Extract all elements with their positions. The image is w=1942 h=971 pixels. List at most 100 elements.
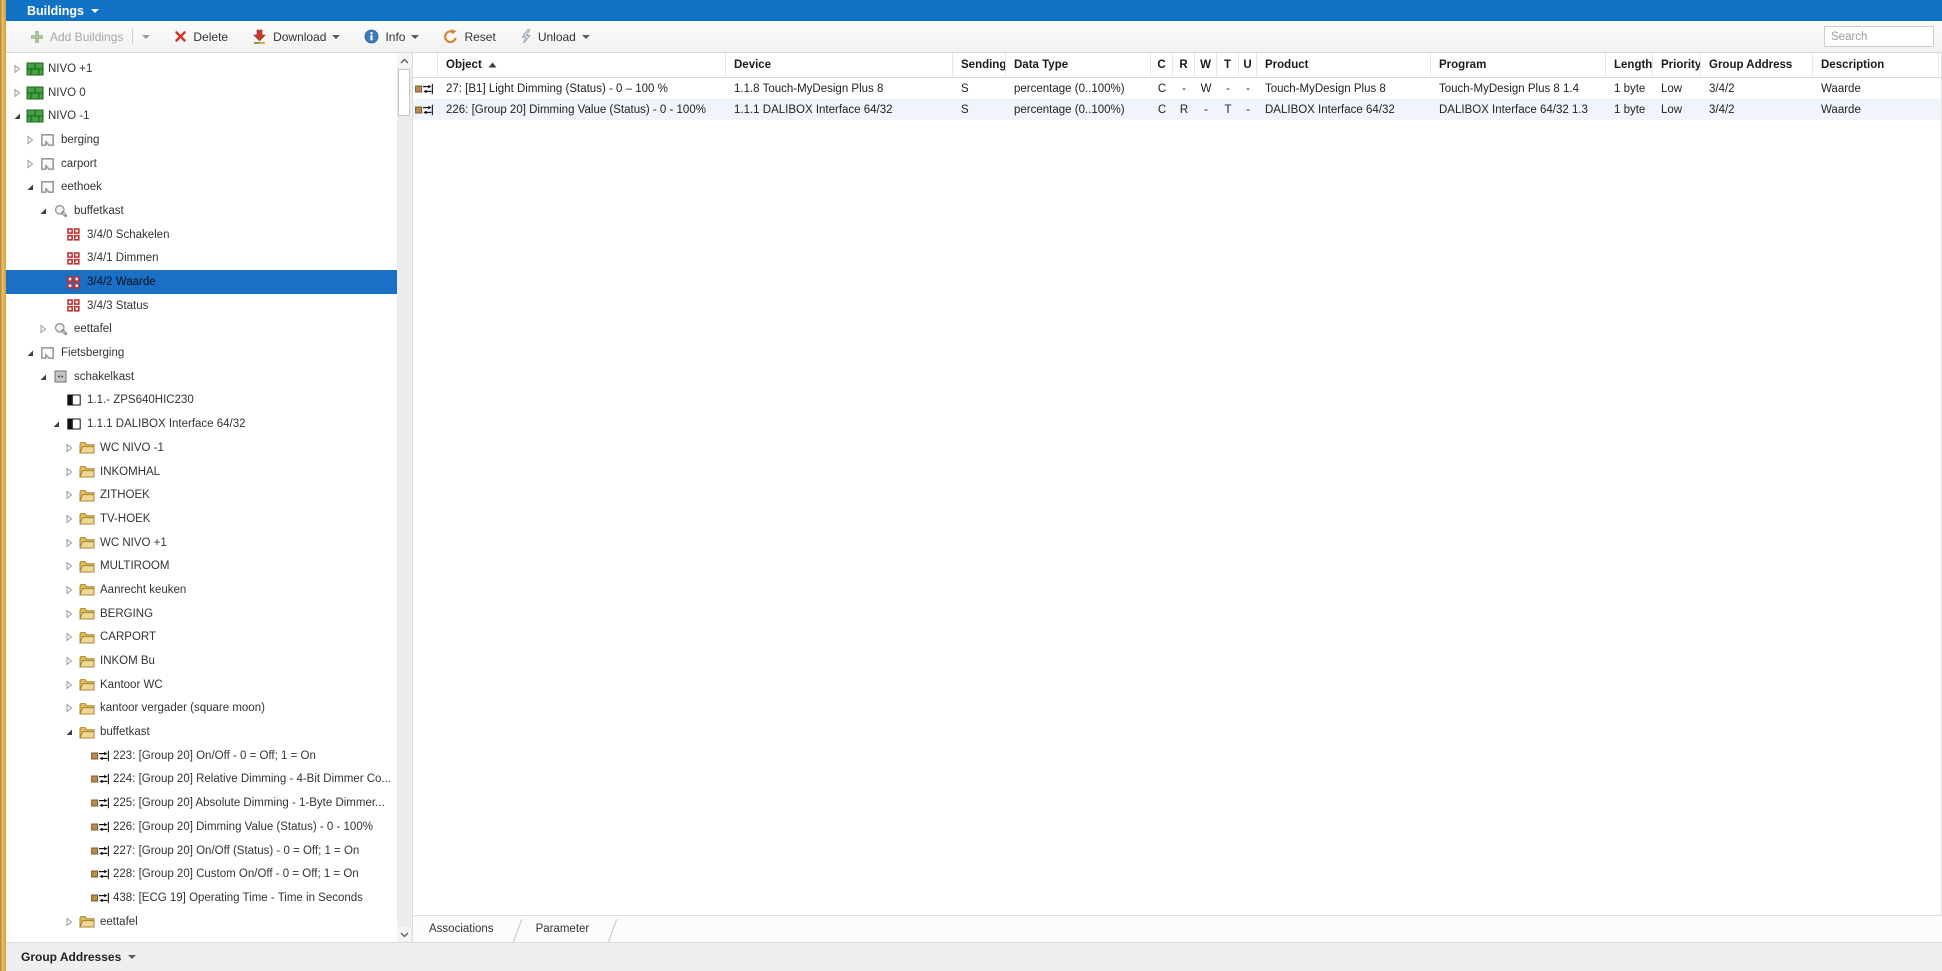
download-button[interactable]: Download	[252, 29, 341, 45]
tree-item[interactable]: kantoor vergader (square moon)	[6, 697, 397, 721]
info-button[interactable]: Info	[364, 29, 420, 44]
column-header-icon[interactable]	[413, 53, 438, 77]
expander-icon[interactable]	[23, 182, 37, 192]
expander-icon[interactable]	[23, 135, 37, 145]
tree-item[interactable]: 438: [ECG 19] Operating Time - Time in S…	[6, 886, 397, 910]
dropdown-caret-icon[interactable]	[142, 34, 151, 39]
tree-item[interactable]: NIVO +1	[6, 57, 397, 81]
tree-item[interactable]: BERGING	[6, 602, 397, 626]
tree-item[interactable]: NIVO 0	[6, 81, 397, 105]
column-header-priority[interactable]: Priority	[1653, 53, 1701, 77]
expander-icon[interactable]	[62, 632, 76, 642]
column-header-u[interactable]: U	[1239, 53, 1257, 77]
dropdown-caret-icon[interactable]	[332, 34, 341, 39]
tree-item[interactable]: buffetkast	[6, 720, 397, 744]
column-header-device[interactable]: Device	[726, 53, 953, 77]
expander-icon[interactable]	[62, 917, 76, 927]
tab-parameter[interactable]: Parameter	[520, 916, 616, 942]
scroll-down-icon[interactable]	[397, 927, 411, 942]
tree-item[interactable]: eettafel	[6, 910, 397, 934]
tree-item[interactable]: 3/4/1 Dimmen	[6, 247, 397, 271]
tree-item[interactable]: MULTIROOM	[6, 554, 397, 578]
reset-button[interactable]: Reset	[443, 29, 496, 44]
tree-item[interactable]: eethoek	[6, 175, 397, 199]
expander-icon[interactable]	[23, 159, 37, 169]
column-header-program[interactable]: Program	[1431, 53, 1606, 77]
expander-icon[interactable]	[62, 609, 76, 619]
delete-button[interactable]: Delete	[174, 30, 228, 44]
expander-icon[interactable]	[62, 490, 76, 500]
dropdown-caret-icon[interactable]	[581, 34, 590, 39]
expander-icon[interactable]	[23, 348, 37, 358]
expander-icon[interactable]	[62, 514, 76, 524]
tree-item[interactable]: 3/4/2 Waarde	[6, 270, 397, 294]
tree-item[interactable]: 226: [Group 20] Dimming Value (Status) -…	[6, 815, 397, 839]
column-header-t[interactable]: T	[1217, 53, 1239, 77]
expander-icon[interactable]	[62, 656, 76, 666]
tree-item[interactable]: berging	[6, 128, 397, 152]
tree-item[interactable]: 223: [Group 20] On/Off - 0 = Off; 1 = On	[6, 744, 397, 768]
column-header-c[interactable]: C	[1151, 53, 1173, 77]
expander-icon[interactable]	[36, 372, 50, 382]
expander-icon[interactable]	[62, 727, 76, 737]
column-header-data-type[interactable]: Data Type	[1006, 53, 1151, 77]
tab-associations[interactable]: Associations	[413, 916, 520, 942]
tree-item[interactable]: 3/4/0 Schakelen	[6, 223, 397, 247]
tree-item[interactable]: schakelkast	[6, 365, 397, 389]
expander-icon[interactable]	[10, 64, 24, 74]
column-header-description[interactable]: Description	[1813, 53, 1939, 77]
column-header-w[interactable]: W	[1195, 53, 1217, 77]
column-header-object[interactable]: Object	[438, 53, 726, 77]
tree-item[interactable]: carport	[6, 152, 397, 176]
tree-item[interactable]: TV-HOEK	[6, 507, 397, 531]
tree-item[interactable]: 228: [Group 20] Custom On/Off - 0 = Off;…	[6, 862, 397, 886]
column-header-product[interactable]: Product	[1257, 53, 1431, 77]
expander-icon[interactable]	[10, 88, 24, 98]
tree-item[interactable]: 225: [Group 20] Absolute Dimming - 1-Byt…	[6, 791, 397, 815]
table-row[interactable]: 226: [Group 20] Dimming Value (Status) -…	[413, 99, 1941, 120]
expander-icon[interactable]	[36, 324, 50, 334]
tree-item[interactable]: 3/4/3 Status	[6, 294, 397, 318]
expander-icon[interactable]	[62, 443, 76, 453]
expander-icon[interactable]	[62, 680, 76, 690]
expander-icon[interactable]	[62, 703, 76, 713]
expander-icon[interactable]	[62, 561, 76, 571]
tree-item[interactable]: 227: [Group 20] On/Off (Status) - 0 = Of…	[6, 839, 397, 863]
tree-item[interactable]: buffetkast	[6, 199, 397, 223]
tree-item[interactable]: 224: [Group 20] Relative Dimming - 4-Bit…	[6, 768, 397, 792]
expander-icon[interactable]	[62, 467, 76, 477]
tree-item[interactable]: INKOMHAL	[6, 460, 397, 484]
panel-title[interactable]: Buildings	[27, 4, 84, 18]
add-buildings-button[interactable]: Add Buildings	[30, 29, 151, 44]
dropdown-caret-icon[interactable]	[411, 34, 420, 39]
scrollbar-thumb[interactable]	[398, 69, 410, 116]
column-header-group-address[interactable]: Group Address	[1701, 53, 1813, 77]
scroll-up-icon[interactable]	[397, 53, 411, 68]
tree-item[interactable]: 1.1.- ZPS640HIC230	[6, 389, 397, 413]
expander-icon[interactable]	[62, 538, 76, 548]
unload-button[interactable]: Unload	[520, 29, 590, 44]
table-row[interactable]: 27: [B1] Light Dimming (Status) - 0 – 10…	[413, 78, 1941, 99]
chevron-down-icon[interactable]	[90, 8, 99, 13]
column-header-length[interactable]: Length	[1606, 53, 1653, 77]
column-header-sending[interactable]: Sending	[953, 53, 1006, 77]
tree-item[interactable]: eettafel	[6, 318, 397, 342]
tree-item[interactable]: 1.1.1 DALIBOX Interface 64/32	[6, 412, 397, 436]
expander-icon[interactable]	[62, 585, 76, 595]
tree-item[interactable]: Fietsberging	[6, 341, 397, 365]
tree-item[interactable]: WC NIVO -1	[6, 436, 397, 460]
expander-icon[interactable]	[49, 419, 63, 429]
tree-item[interactable]: CARPORT	[6, 626, 397, 650]
tree-item[interactable]: NIVO -1	[6, 104, 397, 128]
search-input[interactable]	[1824, 26, 1934, 47]
expander-icon[interactable]	[10, 111, 24, 121]
column-header-r[interactable]: R	[1173, 53, 1195, 77]
tree-item[interactable]: INKOM Bu	[6, 649, 397, 673]
tree-item[interactable]: Kantoor WC	[6, 673, 397, 697]
group-addresses-panel-header[interactable]: Group Addresses	[0, 942, 1942, 971]
tree-scrollbar[interactable]	[397, 53, 411, 942]
tree-item[interactable]: WC NIVO +1	[6, 531, 397, 555]
expander-icon[interactable]	[36, 206, 50, 216]
tree-item[interactable]: ZITHOEK	[6, 483, 397, 507]
tree-item[interactable]: Aanrecht keuken	[6, 578, 397, 602]
